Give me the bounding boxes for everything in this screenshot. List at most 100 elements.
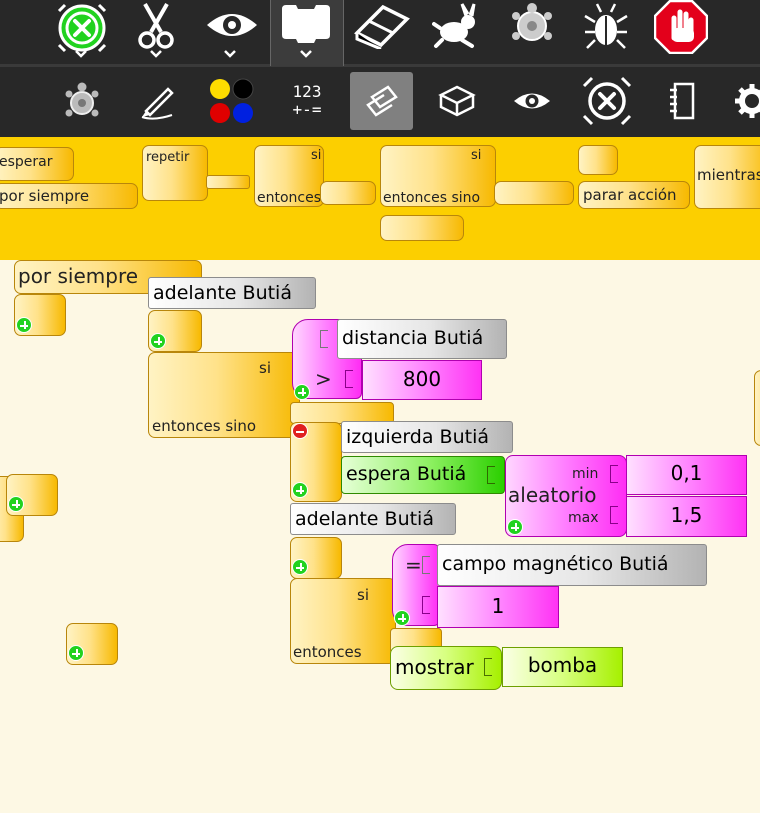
add-icon[interactable]: [292, 482, 308, 498]
if-then-canvas-block[interactable]: si entonces: [290, 578, 396, 664]
input-socket: [422, 596, 430, 614]
add-icon[interactable]: [150, 333, 166, 349]
then-else-label: entonces sino: [383, 190, 481, 206]
close-circle-icon[interactable]: [578, 72, 636, 130]
left-butia-block[interactable]: izquierda Butiá: [341, 421, 513, 453]
wait-block-label: esperar: [0, 154, 53, 170]
min-value: 0,1: [670, 461, 703, 485]
extras-icon[interactable]: [434, 78, 480, 124]
input-socket: [320, 330, 328, 348]
while-label: mientras: [697, 166, 760, 184]
bug-icon[interactable]: [580, 0, 632, 52]
wait-block[interactable]: esperar: [0, 147, 74, 181]
show-icon[interactable]: [508, 84, 556, 118]
if-then-block[interactable]: si entonces: [254, 145, 324, 207]
max-label: max: [568, 510, 599, 526]
greater-op-label: >: [315, 367, 332, 391]
else-arm: [380, 215, 464, 241]
value-800: 800: [402, 367, 442, 391]
then-label: entonces: [257, 190, 322, 206]
number-label-top: 123: [292, 82, 322, 101]
scissors-icon[interactable]: [130, 0, 182, 52]
random-block[interactable]: aleatorio min max: [505, 455, 627, 537]
input-socket: [487, 466, 495, 484]
color-palette-icon[interactable]: [204, 76, 258, 126]
stop-icon[interactable]: [652, 0, 710, 54]
repeat-block[interactable]: repetir: [142, 145, 208, 201]
add-icon[interactable]: [16, 317, 32, 333]
rabbit-run-icon[interactable]: [430, 0, 484, 52]
wait-butia-block[interactable]: espera Butiá: [341, 456, 505, 494]
if1-si-label: si: [259, 359, 271, 377]
magnetic-field-butia-block[interactable]: campo magnético Butiá: [437, 544, 707, 586]
settings-icon[interactable]: [734, 78, 760, 124]
bomb-text-block[interactable]: bomba: [502, 647, 623, 687]
if1-then-else-label: entonces sino: [152, 417, 257, 435]
forward-butia-label-1: adelante Butiá: [153, 282, 292, 304]
repeat-block-label: repetir: [146, 150, 190, 165]
distance-butia-label: distancia Butiá: [342, 327, 484, 349]
program-canvas[interactable]: por siempre adelante Butiá si entonces s…: [0, 260, 760, 813]
chevron-down-icon[interactable]: [75, 50, 87, 58]
forward-butia-label-2: adelante Butiá: [295, 508, 434, 530]
stray-block-right[interactable]: [754, 370, 760, 446]
input-socket: [484, 658, 492, 676]
stop-action-block[interactable]: parar acción: [578, 181, 690, 209]
max-value-block[interactable]: 1,5: [626, 496, 747, 537]
random-label: aleatorio: [508, 483, 597, 507]
forward-butia-block-1[interactable]: adelante Butiá: [148, 277, 316, 309]
add-icon[interactable]: [394, 610, 410, 626]
magnetic-field-label: campo magnético Butiá: [442, 553, 669, 575]
turtle-icon[interactable]: [60, 78, 104, 124]
eraser-icon[interactable]: [352, 2, 412, 50]
forever-canvas-label: por siempre: [18, 264, 139, 288]
turtle-debug-icon[interactable]: [506, 0, 558, 52]
number-800-block[interactable]: 800: [362, 360, 482, 400]
blocks-tab-icon[interactable]: [278, 2, 334, 48]
input-socket: [610, 506, 618, 524]
wait-butia-label: espera Butiá: [346, 463, 467, 485]
min-value-block[interactable]: 0,1: [626, 455, 747, 495]
notebook-icon[interactable]: [660, 78, 704, 124]
distance-butia-block[interactable]: distancia Butiá: [337, 319, 507, 359]
pen-icon[interactable]: [136, 78, 180, 124]
if2-then-label: entonces: [293, 643, 362, 661]
number-label-bottom: +-=: [292, 100, 322, 119]
input-socket: [610, 465, 618, 483]
repeat-arg-slot: [206, 175, 250, 189]
chevron-down-icon[interactable]: [300, 50, 312, 58]
left-butia-label: izquierda Butiá: [346, 426, 489, 448]
add-icon[interactable]: [8, 496, 24, 512]
while-block[interactable]: mientras: [694, 145, 760, 209]
add-icon[interactable]: [507, 519, 523, 535]
max-value: 1,5: [670, 503, 703, 527]
sensors-palette-icon[interactable]: [350, 72, 413, 130]
show-label: mostrar: [395, 655, 474, 679]
if-then-arm: [320, 181, 376, 205]
block-palette: esperar por siempre repetir si entonces …: [0, 137, 760, 260]
add-icon[interactable]: [294, 384, 310, 400]
add-icon[interactable]: [292, 559, 308, 575]
eye-icon[interactable]: [204, 2, 260, 48]
chevron-down-icon[interactable]: [150, 50, 162, 58]
chevron-down-icon[interactable]: [224, 50, 236, 58]
if-else-canvas-block[interactable]: si entonces sino: [148, 352, 300, 438]
forever-block-label: por siempre: [0, 187, 90, 205]
add-icon[interactable]: [68, 645, 84, 661]
if2-si-label: si: [357, 586, 369, 604]
bomb-value: bomba: [527, 653, 598, 677]
number-1-block[interactable]: 1: [437, 586, 559, 628]
if-then-else-block[interactable]: si entonces sino: [380, 145, 496, 207]
if-then-else-arm: [494, 181, 574, 205]
forever-block[interactable]: por siempre: [0, 183, 138, 209]
forward-butia-block-2[interactable]: adelante Butiá: [290, 503, 456, 535]
if-label: si: [311, 148, 322, 163]
remove-icon[interactable]: [292, 423, 308, 439]
if2-label: si: [471, 148, 482, 163]
activity-close-icon[interactable]: [54, 0, 110, 56]
input-socket: [345, 370, 353, 388]
equals-op-label: =: [405, 553, 422, 577]
stop-action-label: parar acción: [583, 186, 677, 204]
number-palette-icon[interactable]: 123 +-=: [280, 78, 334, 124]
min-label: min: [572, 466, 599, 482]
